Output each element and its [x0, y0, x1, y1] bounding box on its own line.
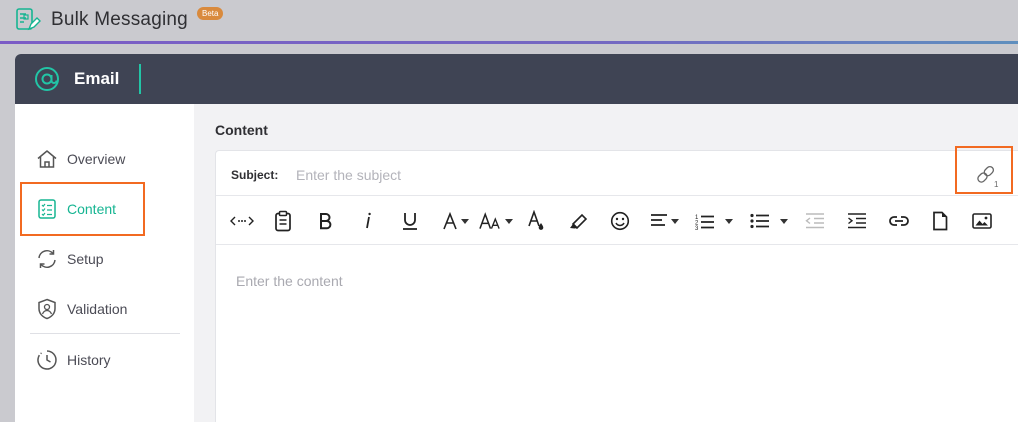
email-editor: Subject: 1	[215, 146, 1018, 422]
chevron-down-icon	[780, 218, 788, 224]
ordered-list-icon: 1 2 3	[695, 215, 714, 230]
subject-input[interactable]	[296, 161, 936, 189]
indent-icon	[848, 213, 866, 229]
content-highlight-box	[20, 182, 145, 236]
code-icon	[230, 216, 254, 226]
sidebar-item-label: Overview	[67, 151, 126, 167]
emoji-icon	[610, 211, 630, 231]
sidebar-item-setup[interactable]: Setup	[35, 246, 104, 272]
subject-row: Subject: 1	[216, 146, 1018, 196]
panel-header: Email	[15, 54, 1018, 104]
emoji-button[interactable]	[608, 208, 632, 234]
top-bar: Bulk Messaging Beta	[0, 0, 1018, 42]
chevron-down-icon	[460, 218, 469, 224]
italic-icon	[366, 212, 371, 229]
sidebar-item-history[interactable]: History	[35, 347, 111, 373]
align-dropdown[interactable]	[647, 208, 681, 234]
panel-title: Email	[74, 69, 120, 88]
unordered-list-dropdown[interactable]	[747, 208, 791, 234]
chevron-down-icon	[505, 218, 513, 224]
font-color-button[interactable]	[525, 208, 547, 234]
svg-text:3: 3	[695, 226, 699, 230]
section-title: Content	[215, 122, 268, 138]
chevron-down-icon	[670, 218, 679, 224]
insert-link-toolbar-button[interactable]	[887, 208, 911, 234]
underline-button[interactable]	[399, 208, 421, 234]
image-icon	[972, 213, 992, 229]
font-family-dropdown[interactable]	[440, 208, 470, 234]
header-divider	[0, 41, 1018, 44]
ordered-list-dropdown[interactable]: 1 2 3	[692, 208, 736, 234]
sidebar: Overview Content Setup Validation Histor…	[15, 104, 194, 422]
code-view-button[interactable]	[228, 208, 256, 234]
indent-button[interactable]	[845, 208, 869, 234]
sidebar-item-label: Validation	[67, 301, 128, 317]
at-sign-icon	[35, 67, 59, 91]
sidebar-divider	[30, 333, 180, 334]
beta-badge: Beta	[197, 7, 224, 20]
main-content: Content Subject: 1	[194, 104, 1018, 422]
home-icon	[37, 150, 57, 168]
font-color-icon	[528, 210, 544, 230]
app-title: Bulk Messaging	[51, 9, 188, 30]
highlighter-icon	[570, 213, 588, 230]
chevron-down-icon	[725, 218, 733, 224]
font-size-dropdown[interactable]	[479, 208, 513, 234]
bulk-messaging-icon	[16, 8, 41, 31]
formatting-toolbar: 1 2 3	[216, 197, 1018, 245]
content-editor-area[interactable]: Enter the content	[236, 273, 343, 289]
shield-user-icon	[38, 298, 56, 320]
clock-history-icon	[37, 350, 57, 370]
link-highlight-box	[955, 146, 1013, 194]
underline-icon	[403, 213, 417, 230]
bold-icon	[320, 213, 332, 230]
subject-label: Subject:	[231, 168, 279, 182]
sidebar-item-label: Setup	[67, 251, 104, 267]
sidebar-item-overview[interactable]: Overview	[35, 146, 125, 172]
sidebar-item-validation[interactable]: Validation	[35, 296, 127, 322]
font-icon	[442, 212, 457, 230]
font-size-icon	[479, 212, 500, 229]
italic-button[interactable]	[358, 208, 378, 234]
paste-button[interactable]	[272, 208, 294, 234]
title-accent-bar	[139, 64, 141, 94]
outdent-icon	[805, 213, 824, 229]
clipboard-icon	[275, 210, 291, 232]
email-panel: Email Overview Content Setup Validation …	[15, 54, 1018, 422]
highlight-button[interactable]	[566, 208, 590, 234]
insert-image-button[interactable]	[970, 208, 994, 234]
sync-icon	[38, 250, 56, 268]
outdent-button[interactable]	[803, 208, 827, 234]
align-left-icon	[650, 214, 667, 226]
bold-button[interactable]	[314, 208, 336, 234]
link-icon	[889, 216, 909, 226]
bullet-list-icon	[750, 213, 769, 229]
sidebar-item-label: History	[67, 352, 111, 368]
file-icon	[933, 211, 948, 231]
insert-file-button[interactable]	[929, 208, 951, 234]
